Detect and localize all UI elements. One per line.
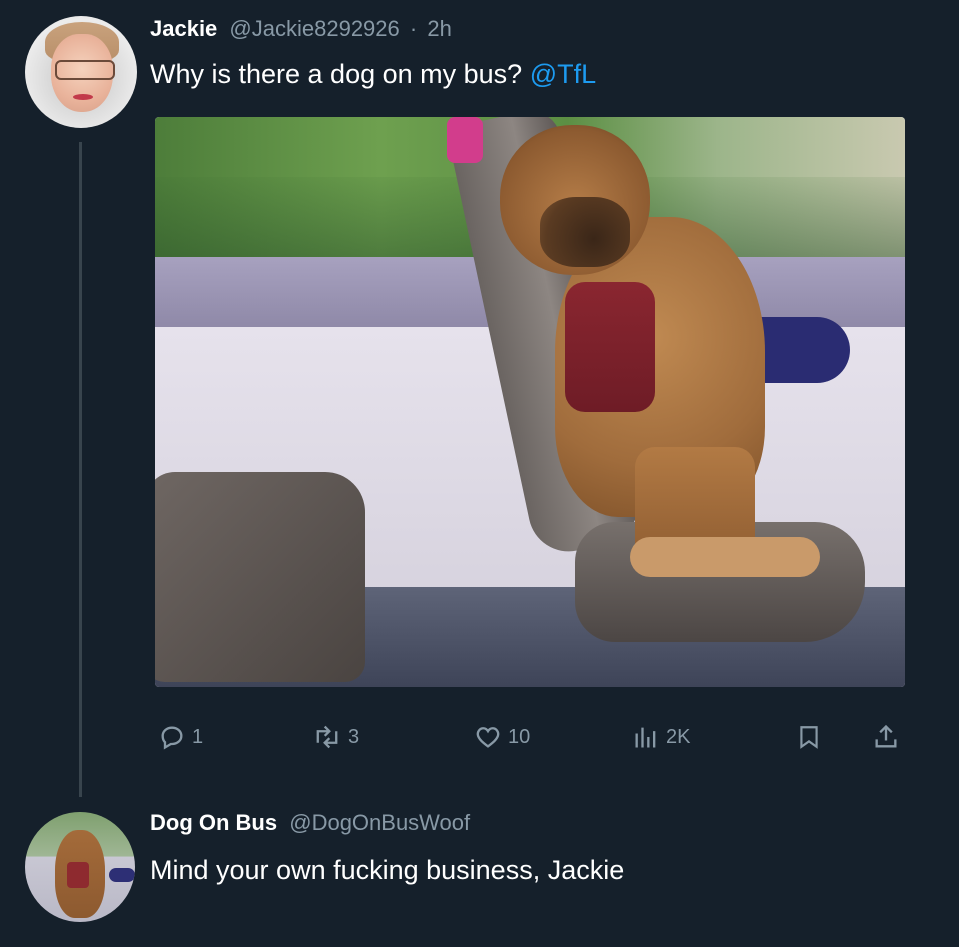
avatar-glasses	[55, 60, 115, 80]
bus-seat-left	[155, 472, 365, 682]
avatar-sign	[109, 868, 135, 882]
views-count: 2K	[666, 725, 691, 748]
tweet-action-bar: 1 3 10 2K	[0, 718, 959, 758]
dog-muzzle	[540, 197, 630, 267]
dog-harness	[565, 282, 655, 412]
reply-author-handle[interactable]: @DogOnBusWoof	[289, 810, 470, 835]
share-icon	[875, 724, 897, 748]
like-button[interactable]: 10	[474, 723, 530, 751]
dog-on-bus-avatar[interactable]	[25, 812, 135, 922]
tweet-timestamp[interactable]: 2h	[427, 16, 451, 41]
retweet-button[interactable]: 3	[312, 723, 359, 751]
reply-text: Mind your own fucking business, Jackie	[150, 855, 625, 885]
tweet-header: Jackie @Jackie8292926 · 2h	[150, 16, 452, 42]
reply-author-name[interactable]: Dog On Bus	[150, 810, 277, 835]
reply-header: Dog On Bus @DogOnBusWoof	[150, 810, 470, 836]
share-button[interactable]	[872, 723, 900, 751]
avatar-dog-harness	[67, 862, 89, 888]
tweet-photo[interactable]	[155, 117, 905, 687]
reply-button[interactable]: 1	[158, 723, 203, 751]
retweet-icon	[316, 725, 338, 749]
like-count: 10	[508, 725, 531, 748]
jackie-avatar[interactable]	[25, 16, 137, 128]
heart-icon	[476, 727, 500, 748]
retweet-count: 3	[348, 725, 360, 748]
mention-link[interactable]: @TfL	[530, 59, 596, 89]
reply-icon	[161, 726, 183, 750]
reply-count: 1	[192, 725, 204, 748]
author-handle[interactable]: @Jackie8292926	[229, 16, 399, 41]
views-button[interactable]: 2K	[632, 723, 690, 751]
bookmark-button[interactable]	[796, 723, 822, 751]
separator-dot: ·	[409, 16, 418, 41]
seat-grab-handle	[447, 117, 483, 163]
tweet-body: Why is there a dog on my bus?	[150, 59, 523, 89]
author-name[interactable]: Jackie	[150, 16, 217, 41]
dog-paws	[630, 537, 820, 577]
avatar-lips	[73, 94, 93, 100]
bookmark-icon	[800, 726, 818, 749]
thread-line	[79, 142, 82, 797]
tweet-text: Why is there a dog on my bus? @TfL	[150, 59, 596, 90]
views-icon	[635, 727, 656, 748]
